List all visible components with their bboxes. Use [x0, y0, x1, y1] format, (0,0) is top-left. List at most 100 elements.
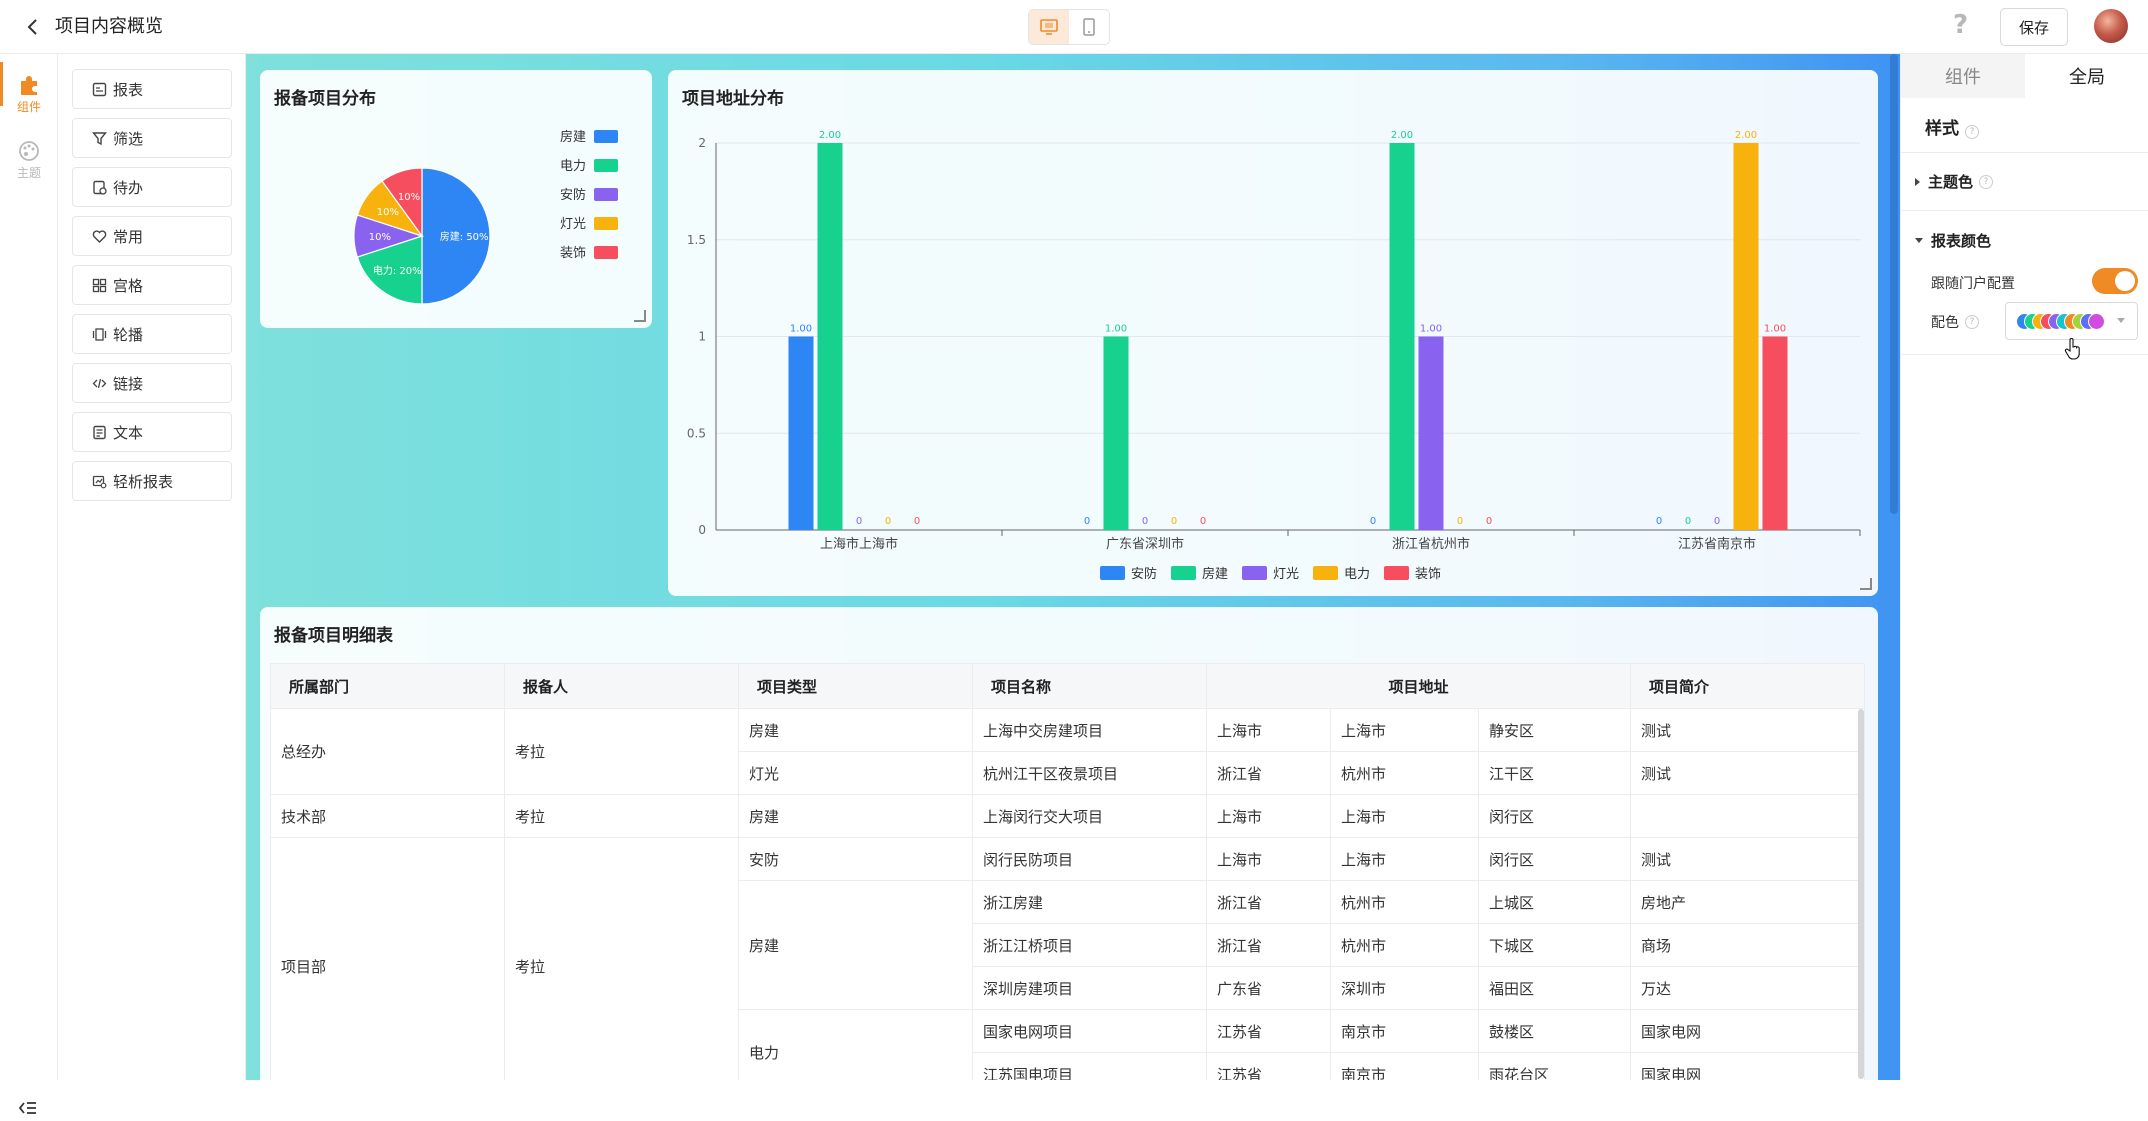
- table-scrollbar[interactable]: [1858, 709, 1864, 1079]
- cell-reporter: 考拉: [504, 708, 739, 795]
- right-panel: 组件 全局 样式? 主题色 ? 报表颜色 跟随门户配置 配色 ?: [1900, 54, 2148, 1080]
- pie-slice-label: 10%: [377, 207, 399, 218]
- component-todo[interactable]: 待办: [72, 167, 232, 207]
- legend-swatch[interactable]: [1171, 566, 1196, 580]
- help-circle-icon[interactable]: ?: [1965, 315, 1979, 329]
- cell-province: 上海市: [1206, 708, 1331, 752]
- bar-value-label: 0: [1457, 516, 1463, 527]
- component-link[interactable]: 链接: [72, 363, 232, 403]
- legend-label: 安防: [1131, 566, 1157, 582]
- legend-swatch[interactable]: [594, 130, 618, 143]
- avatar[interactable]: [2094, 9, 2128, 43]
- cell-project-type: 灯光: [738, 751, 973, 795]
- column-header[interactable]: 所属部门: [270, 663, 505, 709]
- legend-swatch[interactable]: [1313, 566, 1338, 580]
- section-title-text: 样式: [1925, 119, 1959, 139]
- save-button[interactable]: 保存: [2000, 8, 2068, 46]
- cell-project-type: 房建: [738, 708, 973, 752]
- column-header[interactable]: 项目类型: [738, 663, 973, 709]
- cell-district: 下城区: [1477, 923, 1632, 967]
- component-carousel[interactable]: 轮播: [72, 314, 232, 354]
- tab-components[interactable]: 组件: [1901, 54, 2025, 98]
- y-tick-label: 0.5: [687, 426, 706, 440]
- legend-swatch[interactable]: [1384, 566, 1409, 580]
- cell-city: 南京市: [1330, 1052, 1479, 1080]
- follow-portal-label: 跟随门户配置: [1931, 276, 2015, 292]
- table-card[interactable]: 报备项目明细表 所属部门 报备人 项目类型 项目名称 项目地址 项目简介 总经办…: [260, 607, 1878, 1080]
- mobile-view-button[interactable]: [1069, 10, 1109, 44]
- bar[interactable]: [817, 143, 843, 530]
- rail-item-components[interactable]: 组件: [0, 74, 58, 115]
- bar[interactable]: [1762, 336, 1788, 531]
- resize-handle[interactable]: [634, 310, 646, 322]
- table-row[interactable]: 技术部 考拉 房建 上海闵行交大项目 上海市 上海市 闵行区: [270, 794, 1866, 838]
- cell-department: 总经办: [270, 708, 505, 795]
- bar-value-label: 0: [1685, 516, 1691, 527]
- rail-item-theme[interactable]: 主题: [0, 140, 58, 181]
- cell-department: 项目部: [270, 837, 505, 1080]
- bar[interactable]: [1733, 143, 1759, 530]
- rail-item-label: 主题: [16, 166, 41, 180]
- cell-project-type: 房建: [738, 794, 973, 838]
- cell-district: 静安区: [1477, 708, 1632, 752]
- legend-swatch[interactable]: [1100, 566, 1125, 580]
- cell-province: 上海市: [1206, 794, 1331, 838]
- divider: [1901, 354, 2148, 355]
- help-circle-icon[interactable]: ?: [1965, 125, 1979, 139]
- column-header[interactable]: 项目地址: [1205, 663, 1632, 709]
- component-label: 筛选: [113, 129, 144, 148]
- component-label: 宫格: [113, 276, 144, 295]
- bar[interactable]: [1103, 336, 1129, 531]
- legend-swatch[interactable]: [594, 246, 618, 259]
- pie-slice-label: 10%: [398, 192, 420, 203]
- bar-value-label: 0: [1486, 516, 1492, 527]
- component-grid[interactable]: 宫格: [72, 265, 232, 305]
- cell-city: 杭州市: [1330, 923, 1479, 967]
- device-toggle: [1028, 9, 1110, 45]
- component-text[interactable]: 文本: [72, 412, 232, 452]
- pie-chart-card[interactable]: 报备项目分布 房建: 50% 电力: 20% 10% 10% 10% 房建 电力 安防 灯光 装饰: [260, 70, 652, 328]
- column-header[interactable]: 项目简介: [1630, 663, 1866, 709]
- back-button[interactable]: [20, 14, 44, 40]
- bar[interactable]: [788, 336, 814, 531]
- component-label: 待办: [113, 178, 144, 197]
- bar[interactable]: [1389, 143, 1415, 530]
- caret-right-icon: [1915, 177, 1920, 186]
- collapse-sidebar-icon[interactable]: [18, 1100, 38, 1121]
- table-row[interactable]: 项目部 考拉 安防 闵行民防项目 上海市 上海市 闵行区 测试: [270, 837, 1866, 1080]
- theme-color-section[interactable]: 主题色 ?: [1915, 171, 1994, 192]
- cell-intro: 房地产: [1630, 880, 1866, 924]
- component-report[interactable]: 报表: [72, 69, 232, 109]
- table-row[interactable]: 总经办 考拉 房建 上海中交房建项目 上海市 上海市 静安区 测试: [270, 708, 1866, 795]
- divider: [1901, 152, 2148, 153]
- bar[interactable]: [1418, 336, 1444, 531]
- column-header[interactable]: 报备人: [504, 663, 739, 709]
- cell-province: 上海市: [1206, 837, 1331, 881]
- cell-project-type: 安防: [738, 837, 973, 881]
- y-tick-label: 0: [698, 523, 706, 537]
- component-filter[interactable]: 筛选: [72, 118, 232, 158]
- design-canvas: 报备项目分布 房建: 50% 电力: 20% 10% 10% 10% 房建 电力 安防 灯光 装饰…: [246, 54, 1900, 1080]
- component-favorite[interactable]: 常用: [72, 216, 232, 256]
- cell-city: 上海市: [1330, 708, 1479, 752]
- tab-global[interactable]: 全局: [2025, 54, 2148, 98]
- legend-swatch[interactable]: [594, 217, 618, 230]
- x-tick-label: 浙江省杭州市: [1392, 536, 1470, 552]
- cell-intro: 测试: [1630, 751, 1866, 795]
- legend-swatch[interactable]: [594, 188, 618, 201]
- column-header[interactable]: 项目名称: [972, 663, 1207, 709]
- bar-chart-card[interactable]: 项目地址分布 0 0.5 1 1.5 2 上海市上海市 1.00 2.00 0 0 0 广东省深圳市 0…: [668, 70, 1878, 596]
- follow-portal-toggle[interactable]: [2092, 268, 2138, 294]
- help-icon[interactable]: ?: [1953, 10, 1968, 40]
- legend-swatch[interactable]: [594, 159, 618, 172]
- chart-color-section[interactable]: 报表颜色: [1915, 230, 1991, 251]
- canvas-scrollbar[interactable]: [1890, 54, 1898, 514]
- help-circle-icon[interactable]: ?: [1979, 174, 1994, 189]
- legend-swatch[interactable]: [1242, 566, 1267, 580]
- report-icon: [91, 81, 107, 97]
- component-analysis-report[interactable]: 轻析报表: [72, 461, 232, 501]
- resize-handle[interactable]: [1860, 578, 1872, 590]
- desktop-view-button[interactable]: [1029, 10, 1069, 44]
- cell-province: 浙江省: [1206, 880, 1331, 924]
- palette-select[interactable]: [2005, 302, 2138, 340]
